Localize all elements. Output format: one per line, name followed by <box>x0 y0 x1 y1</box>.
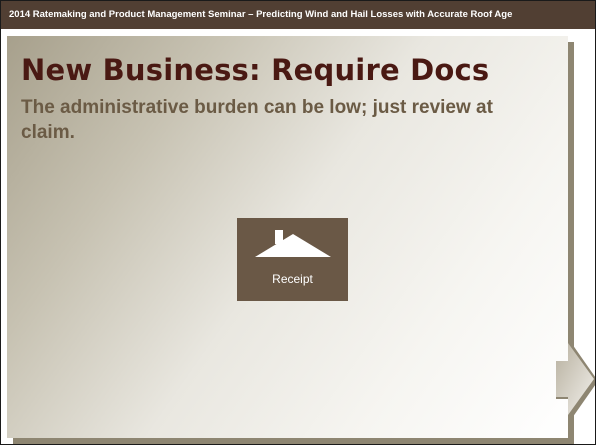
slide: 2014 Ratemaking and Product Management S… <box>0 0 596 445</box>
house-icon <box>255 230 331 257</box>
slide-subtitle: The administrative burden can be low; ju… <box>21 97 493 143</box>
receipt-label: Receipt <box>272 272 313 286</box>
receipt-card: Receipt <box>237 218 348 301</box>
slide-title: New Business: Require Docs <box>21 53 490 87</box>
header-bar: 2014 Ratemaking and Product Management S… <box>1 1 595 29</box>
arrow-right-icon <box>556 341 595 421</box>
